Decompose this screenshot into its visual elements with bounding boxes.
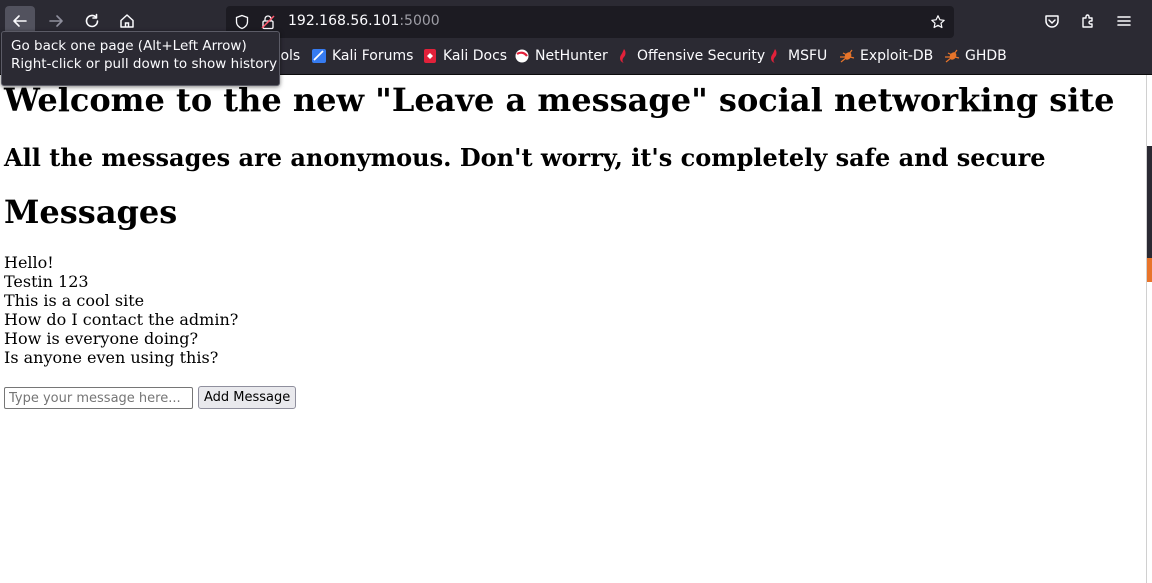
message-item: Hello!	[4, 253, 54, 272]
bookmark-kali-docs[interactable]: Kali Docs	[422, 48, 507, 64]
extensions-icon[interactable]	[1079, 12, 1097, 30]
bookmark-ghdb[interactable]: GHDB	[944, 48, 1007, 64]
message-list: Hello! Testin 123 This is a cool site Ho…	[4, 253, 238, 367]
tooltip-line: Right-click or pull down to show history	[11, 56, 278, 72]
nethunter-icon	[515, 49, 529, 63]
msfu-icon	[771, 49, 777, 63]
bookmark-label: Kali Docs	[443, 48, 508, 64]
bookmark-exploit-db[interactable]: Exploit-DB	[839, 48, 933, 64]
ghdb-spider-icon	[945, 49, 960, 63]
offensive-security-icon	[620, 49, 626, 63]
arrow-right-icon	[49, 15, 63, 27]
bookmark-label: NetHunter	[535, 48, 608, 64]
message-item: Testin 123	[4, 272, 89, 291]
side-panel-accent	[1147, 258, 1152, 282]
arrow-left-icon	[13, 15, 27, 27]
shield-icon[interactable]	[234, 14, 250, 30]
message-item: This is a cool site	[4, 291, 145, 310]
bookmark-label: Offensive Security	[637, 48, 766, 64]
url-port: :5000	[399, 13, 440, 29]
message-input[interactable]	[4, 387, 193, 409]
url-text[interactable]: 192.168.56.101:5000	[288, 13, 440, 29]
reload-icon	[85, 13, 99, 28]
address-bar[interactable]: 192.168.56.101:5000	[226, 6, 954, 38]
bookmark-label: Exploit-DB	[860, 48, 934, 64]
insecure-lock-icon[interactable]	[260, 14, 276, 30]
bookmark-offensive-security[interactable]: Offensive Security	[616, 48, 765, 64]
page-content: Welcome to the new "Leave a message" soc…	[0, 75, 1146, 583]
bookmark-label: Kali Forums	[332, 48, 414, 64]
messages-heading: Messages	[4, 193, 178, 231]
url-host: 192.168.56.101	[288, 13, 400, 29]
bookmark-kali-forums[interactable]: Kali Forums	[311, 48, 413, 64]
add-message-button[interactable]: Add Message	[198, 386, 297, 409]
browser-toolbar: 192.168.56.101:5000 Kali Tools Kali Foru…	[0, 0, 1152, 86]
message-item: How is everyone doing?	[4, 329, 199, 348]
page-subtitle: All the messages are anonymous. Don't wo…	[4, 143, 1046, 172]
pocket-icon[interactable]	[1043, 12, 1061, 30]
bookmark-label: GHDB	[965, 48, 1007, 64]
bookmark-msfu[interactable]: MSFU	[767, 48, 827, 64]
message-item: How do I contact the admin?	[4, 310, 239, 329]
message-item: Is anyone even using this?	[4, 348, 219, 367]
bookmark-nethunter[interactable]: NetHunter	[514, 48, 608, 64]
bookmark-label: MSFU	[788, 48, 828, 64]
home-icon	[120, 14, 134, 28]
menu-icon[interactable]	[1115, 12, 1133, 30]
bookmark-star-icon[interactable]	[930, 14, 946, 30]
exploit-db-spider-icon	[840, 49, 855, 63]
kali-docs-icon	[424, 49, 436, 63]
page-title: Welcome to the new "Leave a message" soc…	[4, 81, 1115, 119]
kali-forums-icon	[312, 49, 326, 63]
back-button-tooltip: Go back one page (Alt+Left Arrow) Right-…	[1, 31, 280, 86]
tooltip-line: Go back one page (Alt+Left Arrow)	[11, 38, 247, 54]
